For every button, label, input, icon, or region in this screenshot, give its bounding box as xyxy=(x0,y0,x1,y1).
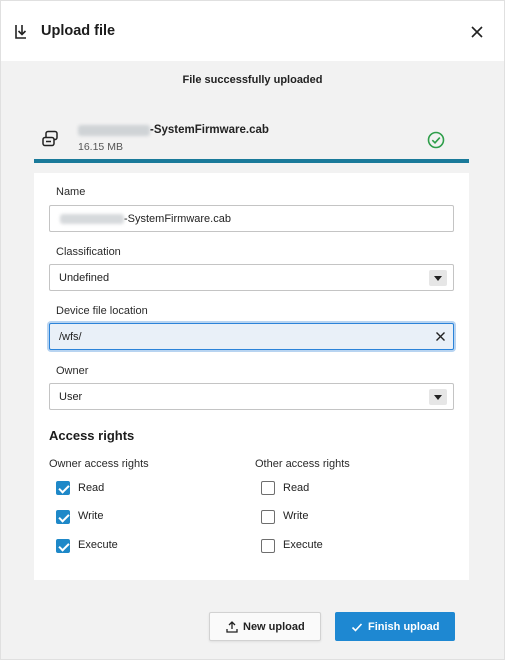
finish-upload-label: Finish upload xyxy=(368,621,440,633)
owner-label: Owner xyxy=(56,365,89,377)
owner-select[interactable]: User xyxy=(49,383,454,410)
firmware-file-icon xyxy=(42,130,58,147)
upload-icon xyxy=(226,621,238,633)
classification-value: Undefined xyxy=(59,272,110,284)
check-icon xyxy=(351,623,363,632)
location-label: Device file location xyxy=(56,305,148,317)
owner-access-rights-label: Owner access rights xyxy=(49,458,149,470)
other-execute-checkbox[interactable] xyxy=(261,539,275,553)
classification-select[interactable]: Undefined xyxy=(49,264,454,291)
name-label: Name xyxy=(56,186,86,198)
other-access-rights-label: Other access rights xyxy=(255,458,350,470)
redacted-filename-prefix xyxy=(78,125,150,136)
owner-write-label: Write xyxy=(78,510,104,522)
owner-write-checkbox[interactable] xyxy=(56,510,70,524)
owner-read-label: Read xyxy=(78,482,105,494)
close-icon[interactable] xyxy=(467,22,487,42)
chevron-down-icon[interactable] xyxy=(429,270,447,286)
other-execute-label: Execute xyxy=(283,539,323,551)
other-write-checkbox[interactable] xyxy=(261,510,275,524)
access-rights-title: Access rights xyxy=(49,428,135,443)
other-write-label: Write xyxy=(283,510,309,522)
name-input-value: -SystemFirmware.cab xyxy=(124,213,231,225)
clear-icon[interactable] xyxy=(435,331,446,342)
upload-status-text: File successfully uploaded xyxy=(182,74,323,86)
new-upload-label: New upload xyxy=(243,621,305,633)
owner-read-checkbox[interactable] xyxy=(56,481,70,495)
file-size: 16.15 MB xyxy=(78,141,123,153)
upload-import-icon xyxy=(15,25,27,39)
uploaded-file-card: -SystemFirmware.cab 16.15 MB xyxy=(34,119,469,163)
other-read-label: Read xyxy=(283,482,310,494)
new-upload-button[interactable]: New upload xyxy=(209,612,321,641)
other-read-checkbox[interactable] xyxy=(261,481,275,495)
owner-execute-label: Execute xyxy=(78,539,118,551)
classification-label: Classification xyxy=(56,246,121,258)
dialog-title: Upload file xyxy=(41,23,116,39)
file-name: -SystemFirmware.cab xyxy=(150,124,269,136)
name-input[interactable]: -SystemFirmware.cab xyxy=(49,205,454,232)
check-circle-icon xyxy=(427,131,445,149)
location-value: /wfs/ xyxy=(59,331,82,343)
upload-file-dialog: Upload file File successfully uploaded -… xyxy=(0,0,505,660)
dialog-header: Upload file xyxy=(1,1,504,61)
owner-execute-checkbox[interactable] xyxy=(56,539,70,553)
owner-value: User xyxy=(59,391,83,403)
redacted-name-prefix xyxy=(60,214,124,224)
device-file-location-input[interactable]: /wfs/ xyxy=(49,323,454,350)
chevron-down-icon[interactable] xyxy=(429,389,447,405)
finish-upload-button[interactable]: Finish upload xyxy=(335,612,455,641)
